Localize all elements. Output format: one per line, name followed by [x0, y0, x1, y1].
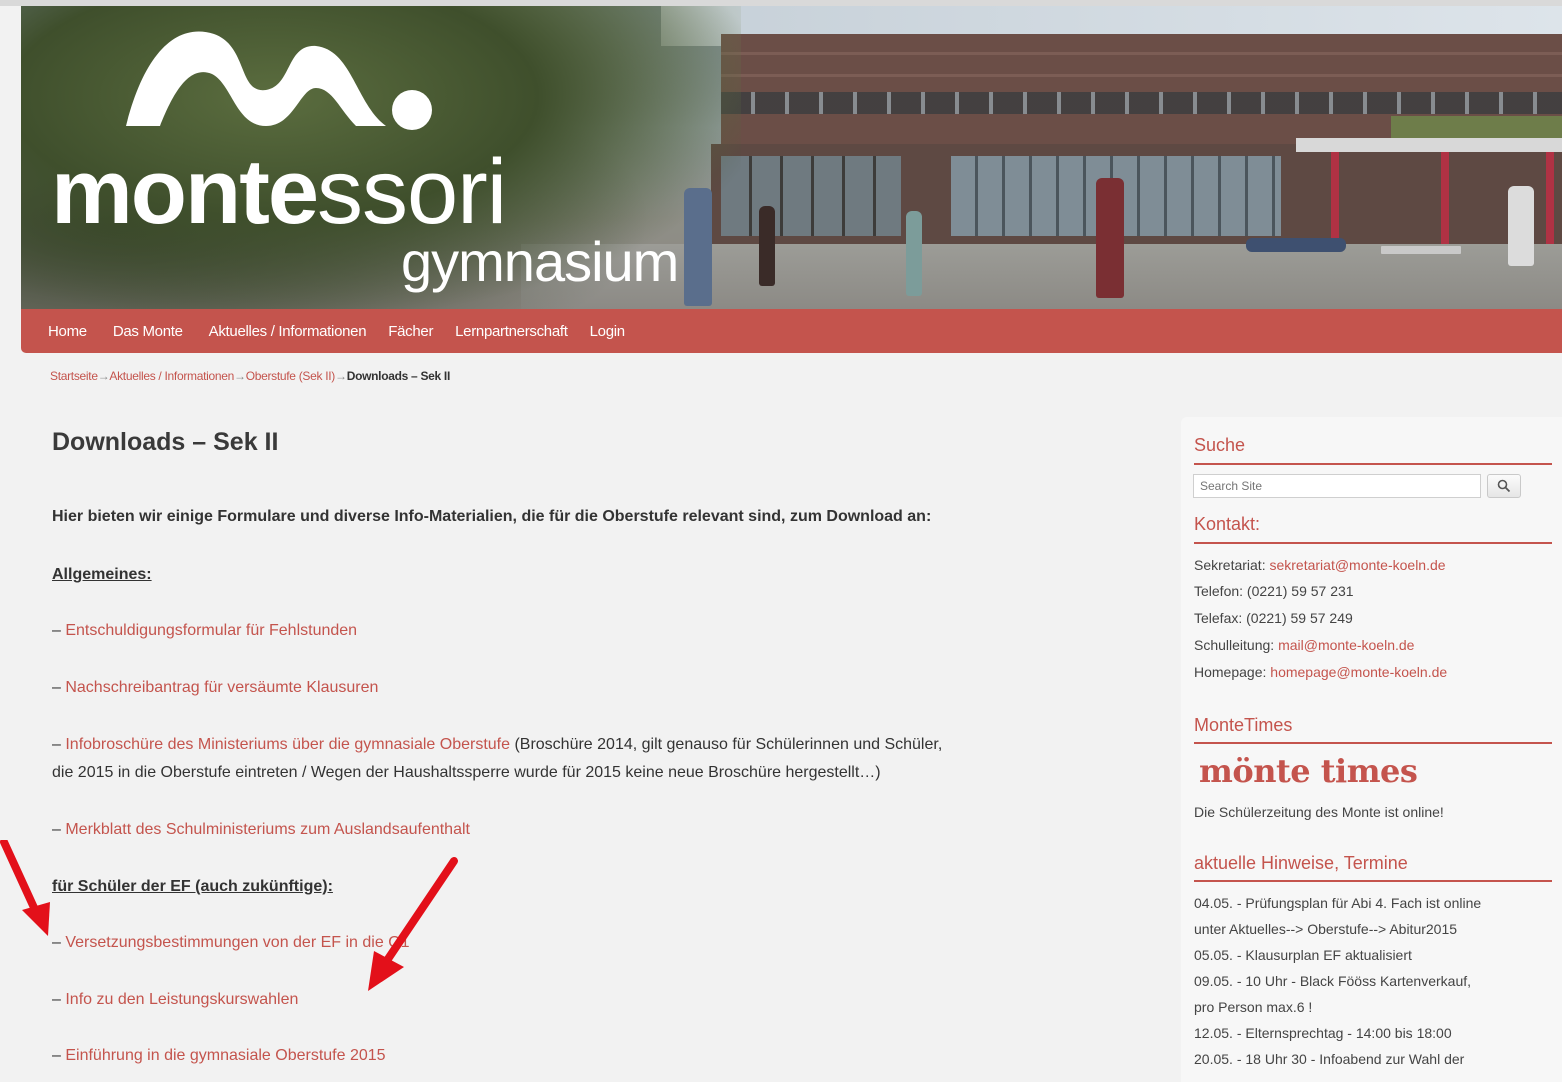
- notice-line: unter Aktuelles--> Oberstufe--> Abitur20…: [1194, 921, 1458, 937]
- monte-logo-icon: [126, 31, 432, 130]
- intro-text: Hier bieten wir einige Formulare und div…: [52, 508, 932, 525]
- nav-item-home[interactable]: Home: [48, 323, 87, 340]
- section-heading-ef: für Schüler der EF (auch zukünftige):: [52, 878, 333, 895]
- nav-item-aktuelles[interactable]: Aktuelles / Informationen: [209, 323, 367, 340]
- contact-phone: Telefon: (0221) 59 57 231: [1194, 583, 1354, 599]
- page-title: Downloads – Sek II: [52, 428, 279, 456]
- person-figure: [759, 206, 775, 286]
- notice-line: pro Person max.6 !: [1194, 999, 1313, 1015]
- main-navigation: Home Das Monte Aktuelles / Informationen…: [21, 309, 1562, 353]
- list-item: – Einführung in die gymnasiale Oberstufe…: [52, 1047, 386, 1064]
- search-input[interactable]: [1193, 474, 1481, 498]
- monte-times-logo[interactable]: mönte times: [1199, 752, 1418, 790]
- monte-times-text: Die Schülerzeitung des Monte ist online!: [1194, 804, 1444, 820]
- breadcrumb-current: Downloads – Sek II: [346, 369, 451, 383]
- link-einfuehrung-oberstufe[interactable]: Einführung in die gymnasiale Oberstufe 2…: [65, 1047, 385, 1064]
- nav-item-faecher[interactable]: Fächer: [388, 323, 433, 340]
- contact-principal: Schulleitung: mail@monte-koeln.de: [1194, 637, 1415, 653]
- notice-line: 20.05. - 18 Uhr 30 - Infoabend zur Wahl …: [1194, 1051, 1465, 1067]
- canopy-pillar: [1331, 152, 1339, 244]
- contact-secretariat: Sekretariat: sekretariat@monte-koeln.de: [1194, 557, 1446, 573]
- secretariat-email-link[interactable]: sekretariat@monte-koeln.de: [1269, 557, 1445, 573]
- building-windows: [721, 92, 1562, 114]
- link-nachschreibantrag[interactable]: Nachschreibantrag für versäumte Klausure…: [65, 679, 378, 696]
- contact-fax: Telefax: (0221) 59 57 249: [1194, 610, 1353, 626]
- person-figure: [1096, 178, 1124, 298]
- list-item: – Entschuldigungsformular für Fehlstunde…: [52, 622, 358, 639]
- bench: [1381, 246, 1461, 254]
- list-item: – Nachschreibantrag für versäumte Klausu…: [52, 679, 379, 696]
- person-figure: [684, 188, 712, 306]
- notice-line: 05.05. - Klausurplan EF aktualisiert: [1194, 947, 1412, 963]
- widget-divider: [1194, 463, 1552, 465]
- canopy-pillar: [1546, 152, 1554, 244]
- school-bags: [1246, 238, 1346, 252]
- logo-wordmark: montessori: [51, 141, 507, 243]
- link-auslandsaufenthalt[interactable]: Merkblatt des Schulministeriums zum Ausl…: [65, 821, 470, 838]
- contact-homepage: Homepage: homepage@monte-koeln.de: [1194, 664, 1448, 680]
- homepage-email-link[interactable]: homepage@monte-koeln.de: [1270, 664, 1447, 680]
- notice-line: 04.05. - Prüfungsplan für Abi 4. Fach is…: [1194, 895, 1482, 911]
- building-canopy: [1296, 138, 1562, 152]
- header-banner: montessori gymnasium: [21, 6, 1562, 309]
- search-icon: [1497, 479, 1511, 493]
- principal-email-link[interactable]: mail@monte-koeln.de: [1278, 637, 1414, 653]
- list-item: – Versetzungsbestimmungen von der EF in …: [52, 934, 410, 951]
- breadcrumb: Startseite→Aktuelles / Informationen→Obe…: [50, 369, 451, 383]
- widget-title-hinweise: aktuelle Hinweise, Termine: [1194, 853, 1408, 873]
- section-heading-allgemeines: Allgemeines:: [52, 566, 152, 583]
- widget-title-suche: Suche: [1194, 435, 1246, 455]
- person-figure: [906, 211, 922, 296]
- link-entschuldigungsformular[interactable]: Entschuldigungsformular für Fehlstunden: [65, 622, 357, 639]
- annotation-arrow-icon: [0, 840, 50, 936]
- nav-item-das-monte[interactable]: Das Monte: [113, 323, 183, 340]
- green-roof: [1391, 116, 1562, 138]
- breadcrumb-aktuelles[interactable]: Aktuelles / Informationen: [109, 369, 234, 383]
- list-item: – Info zu den Leistungskurswahlen: [52, 991, 299, 1008]
- link-leistungskurswahlen[interactable]: Info zu den Leistungskurswahlen: [65, 991, 298, 1008]
- canopy-pillar: [1441, 152, 1449, 244]
- list-item: – Infobroschüre des Ministeriums über di…: [52, 736, 943, 781]
- widget-divider: [1194, 542, 1552, 544]
- logo-subtitle: gymnasium: [401, 230, 679, 293]
- widget-title-montetimes: MonteTimes: [1194, 715, 1293, 735]
- breadcrumb-oberstufe[interactable]: Oberstufe (Sek II): [246, 369, 336, 383]
- widget-title-kontakt: Kontakt:: [1194, 514, 1261, 534]
- list-item: – Merkblatt des Schulministeriums zum Au…: [52, 821, 470, 838]
- brochure-note-continued: die 2015 in die Oberstufe eintreten / We…: [52, 764, 881, 781]
- breadcrumb-startseite[interactable]: Startseite: [50, 369, 98, 383]
- widget-divider: [1194, 742, 1552, 744]
- link-infobroschuere[interactable]: Infobroschüre des Ministeriums über die …: [65, 736, 510, 753]
- building-glass-left: [721, 156, 901, 236]
- search-button[interactable]: [1487, 474, 1521, 498]
- brochure-note: (Broschüre 2014, gilt genauso für Schüle…: [510, 736, 943, 753]
- notice-line: 12.05. - Elternsprechtag - 14:00 bis 18:…: [1194, 1025, 1452, 1041]
- notice-line: 09.05. - 10 Uhr - Black Fööss Kartenverk…: [1194, 973, 1472, 989]
- annotation-arrow-icon: [368, 857, 458, 991]
- nav-item-lernpartnerschaft[interactable]: Lernpartnerschaft: [455, 323, 568, 340]
- nav-item-login[interactable]: Login: [590, 323, 626, 340]
- widget-divider: [1194, 880, 1552, 882]
- person-figure: [1508, 186, 1534, 266]
